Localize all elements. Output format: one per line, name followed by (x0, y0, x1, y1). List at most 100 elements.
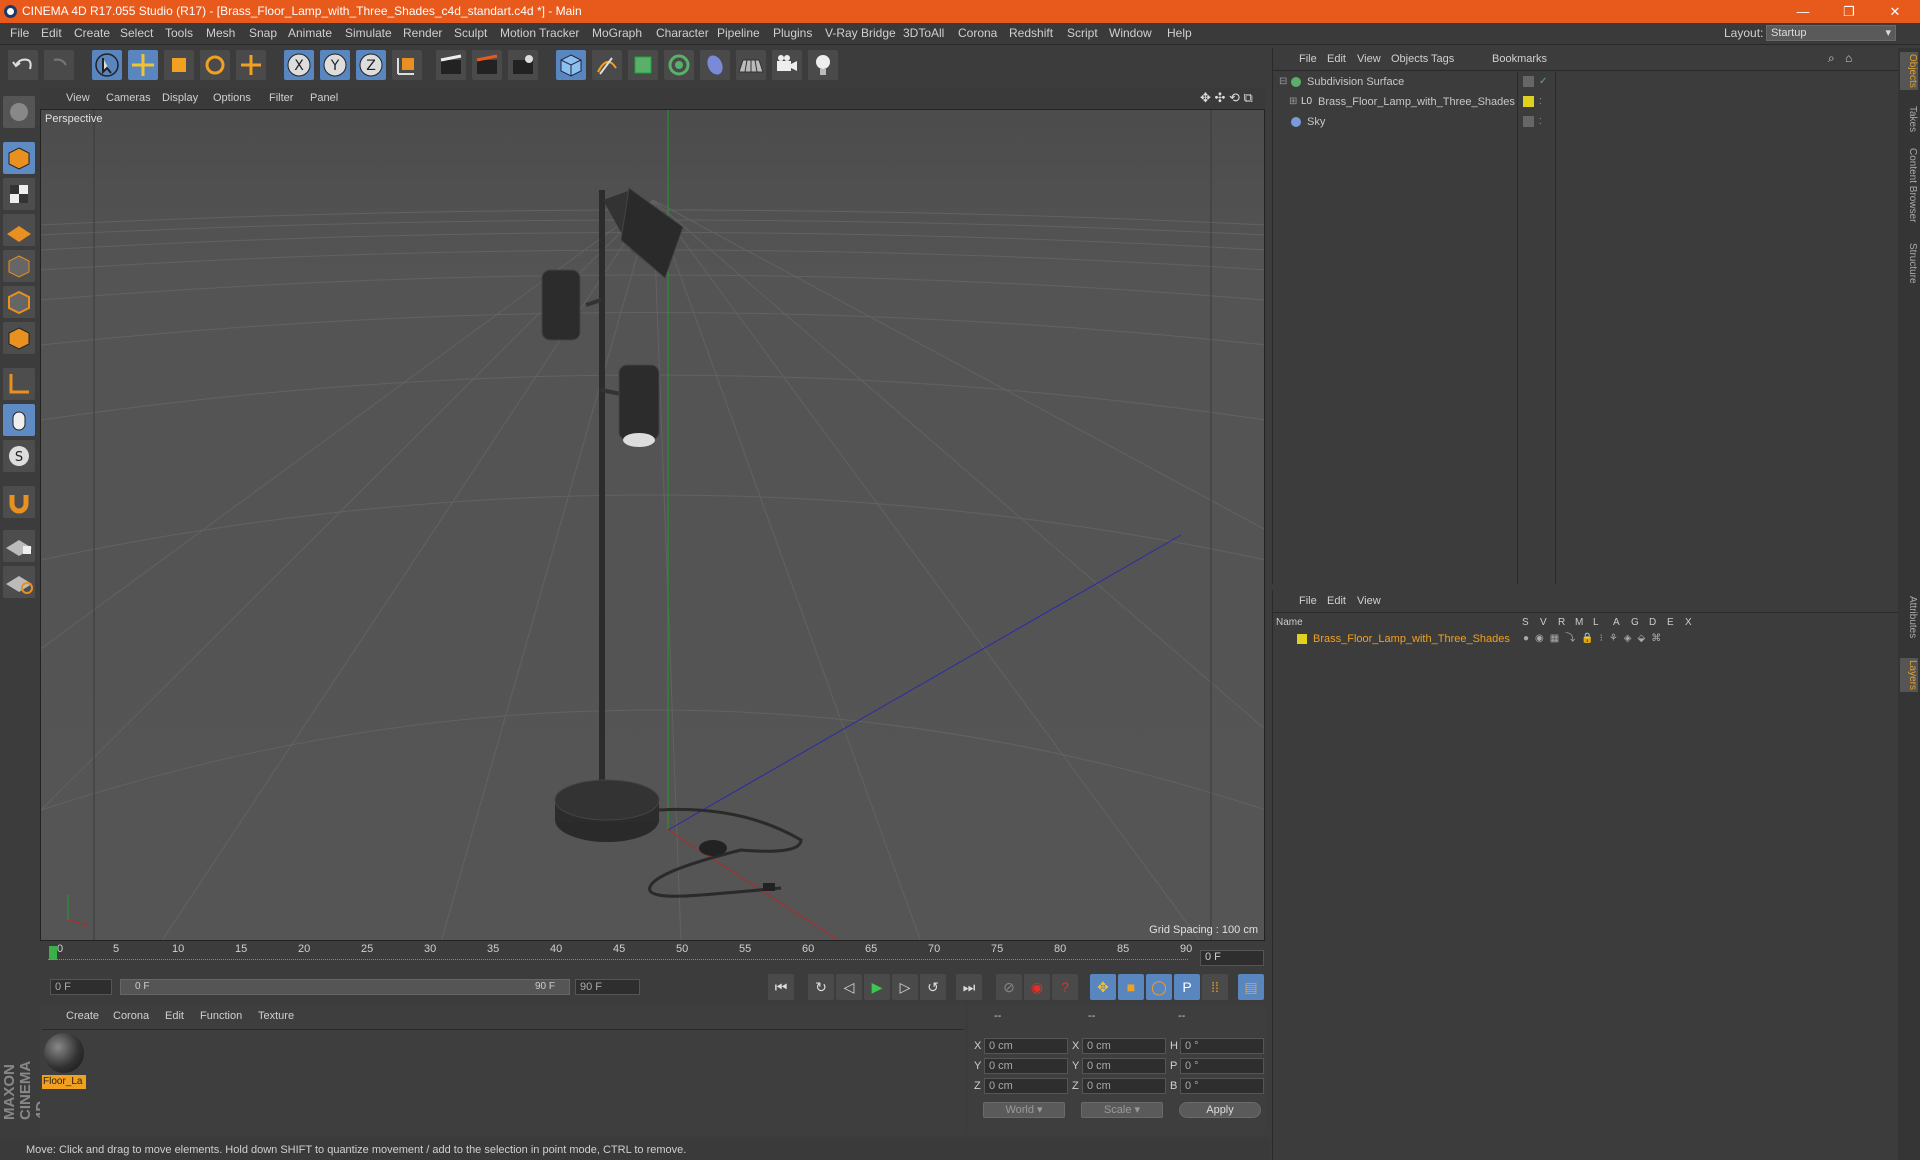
frame-range-slider[interactable]: 0 F 90 F (120, 979, 570, 995)
object-menu-file[interactable]: File (1299, 53, 1317, 65)
size-y-field[interactable]: 0 cm (1082, 1058, 1166, 1074)
menu-edit[interactable]: Edit (41, 26, 62, 40)
size-z-field[interactable]: 0 cm (1082, 1078, 1166, 1094)
record-active-button[interactable]: ⊘ (996, 974, 1022, 1000)
layout-dropdown[interactable]: Startup ▾ (1766, 25, 1896, 41)
menu-create[interactable]: Create (74, 26, 110, 40)
add-array-button[interactable] (664, 50, 694, 80)
rot-h-field[interactable]: 0 ° (1180, 1038, 1264, 1054)
move-tool-button[interactable] (128, 50, 158, 80)
3d-viewport[interactable]: Perspective Grid Spacing : 100 cm (40, 109, 1265, 941)
size-mode-dropdown[interactable]: Scale ▾ (1081, 1102, 1163, 1118)
viewport-nav-icons[interactable]: ✥ ✣ ⟲ ⧉ (1200, 90, 1253, 106)
layer-row[interactable]: Brass_Floor_Lamp_with_Three_Shades ●◉▦⤵🔒… (1273, 630, 1898, 648)
model-mode-button[interactable] (3, 142, 35, 174)
object-menu-objects[interactable]: Objects (1391, 53, 1428, 65)
points-mode-button[interactable] (3, 250, 35, 282)
playhead[interactable] (49, 946, 57, 960)
maximize-button[interactable]: ❐ (1826, 0, 1872, 23)
previous-key-button[interactable]: ↻ (808, 974, 834, 1000)
parameter-key-button[interactable]: P (1174, 974, 1200, 1000)
keyframe-selection-button[interactable]: ? (1052, 974, 1078, 1000)
apply-button[interactable]: Apply (1179, 1102, 1261, 1118)
make-editable-button[interactable] (3, 96, 35, 128)
next-frame-button[interactable]: ▷ (892, 974, 918, 1000)
visibility-dots-icon[interactable]: ⁚ (1539, 113, 1542, 131)
layer-flag-icons[interactable]: ●◉▦⤵🔒⁝⚘◈⬙⌘ (1523, 630, 1667, 648)
start-frame-field[interactable]: 0 F (50, 979, 112, 995)
tab-takes[interactable]: Takes (1900, 106, 1918, 132)
menu-help[interactable]: Help (1167, 26, 1192, 40)
menu-3dtoall[interactable]: 3DToAll (903, 26, 944, 40)
col-render[interactable]: R (1558, 617, 1565, 628)
menu-redshift[interactable]: Redshift (1009, 26, 1053, 40)
layer-menu-edit[interactable]: Edit (1327, 595, 1346, 607)
visibility-dots-icon[interactable]: ⁚ (1539, 93, 1542, 111)
add-cube-button[interactable] (556, 50, 586, 80)
col-name[interactable]: Name (1276, 617, 1303, 628)
y-axis-lock-button[interactable]: Y (320, 50, 350, 80)
col-manager[interactable]: M (1575, 617, 1583, 628)
object-row-sky[interactable]: Sky ⁚ (1273, 113, 1898, 131)
go-to-start-button[interactable]: ⏮ (768, 974, 794, 1000)
minimize-button[interactable]: — (1780, 0, 1826, 23)
viewport-menu-view[interactable]: View (66, 92, 90, 104)
render-picture-viewer-button[interactable] (472, 50, 502, 80)
timeline-window-button[interactable]: ▤ (1238, 974, 1264, 1000)
menu-corona[interactable]: Corona (958, 26, 997, 40)
planar-workplane-button[interactable] (3, 566, 35, 598)
add-camera-button[interactable] (772, 50, 802, 80)
undo-button[interactable] (8, 50, 38, 80)
menu-window[interactable]: Window (1109, 26, 1152, 40)
menu-tools[interactable]: Tools (165, 26, 193, 40)
play-button[interactable]: ▶ (864, 974, 890, 1000)
menu-motion-tracker[interactable]: Motion Tracker (500, 26, 579, 40)
object-menu-tags[interactable]: Tags (1431, 53, 1454, 65)
menu-mesh[interactable]: Mesh (206, 26, 235, 40)
solo-mode-button[interactable]: S (3, 440, 35, 472)
menu-mograph[interactable]: MoGraph (592, 26, 642, 40)
menu-select[interactable]: Select (120, 26, 153, 40)
rotation-key-button[interactable]: ◯ (1146, 974, 1172, 1000)
object-row-subdivision-surface[interactable]: ⊟ Subdivision Surface ✓ (1273, 73, 1898, 91)
timeline-ruler[interactable]: 0 5 10 15 20 25 30 35 40 45 50 55 60 65 … (48, 943, 1263, 965)
add-generator-button[interactable] (628, 50, 658, 80)
col-xref[interactable]: X (1685, 617, 1692, 628)
autokey-button[interactable]: ◉ (1024, 974, 1050, 1000)
viewport-menu-filter[interactable]: Filter (269, 92, 293, 104)
next-key-button[interactable]: ↺ (920, 974, 946, 1000)
menu-file[interactable]: File (10, 26, 29, 40)
search-icon[interactable]: ⌕ (1828, 51, 1835, 66)
tab-content-browser[interactable]: Content Browser (1900, 148, 1918, 222)
polygons-mode-button[interactable] (3, 322, 35, 354)
position-key-button[interactable]: ✥ (1090, 974, 1116, 1000)
pos-y-field[interactable]: 0 cm (984, 1058, 1068, 1074)
tab-objects[interactable]: Objects (1900, 52, 1918, 90)
expand-icon[interactable]: ⊞ (1289, 93, 1297, 111)
coordinate-mode-dropdown[interactable]: World ▾ (983, 1102, 1065, 1118)
object-menu-view[interactable]: View (1357, 53, 1381, 65)
menu-simulate[interactable]: Simulate (345, 26, 392, 40)
z-axis-lock-button[interactable]: Z (356, 50, 386, 80)
redo-button[interactable] (44, 50, 74, 80)
col-visible[interactable]: V (1540, 617, 1547, 628)
end-frame-field[interactable]: 90 F (575, 979, 640, 995)
home-icon[interactable]: ⌂ (1845, 51, 1852, 65)
menu-animate[interactable]: Animate (288, 26, 332, 40)
tab-structure[interactable]: Structure (1900, 243, 1918, 284)
viewport-menu-options[interactable]: Options (213, 92, 251, 104)
material-menu-function[interactable]: Function (200, 1010, 242, 1022)
add-spline-button[interactable] (592, 50, 622, 80)
object-row-floor-lamp[interactable]: ⊞ L0 Brass_Floor_Lamp_with_Three_Shades … (1273, 93, 1898, 111)
col-expressions[interactable]: E (1667, 617, 1674, 628)
close-button[interactable]: ✕ (1872, 0, 1918, 23)
col-locked[interactable]: L (1593, 617, 1599, 628)
material-swatch[interactable]: Floor_La (42, 1031, 86, 1092)
col-deformers[interactable]: D (1649, 617, 1656, 628)
transform-tool-button[interactable] (236, 50, 266, 80)
menu-pipeline[interactable]: Pipeline (717, 26, 760, 40)
previous-frame-button[interactable]: ◁ (836, 974, 862, 1000)
col-solo[interactable]: S (1522, 617, 1529, 628)
x-axis-lock-button[interactable]: X (284, 50, 314, 80)
object-menu-edit[interactable]: Edit (1327, 53, 1346, 65)
